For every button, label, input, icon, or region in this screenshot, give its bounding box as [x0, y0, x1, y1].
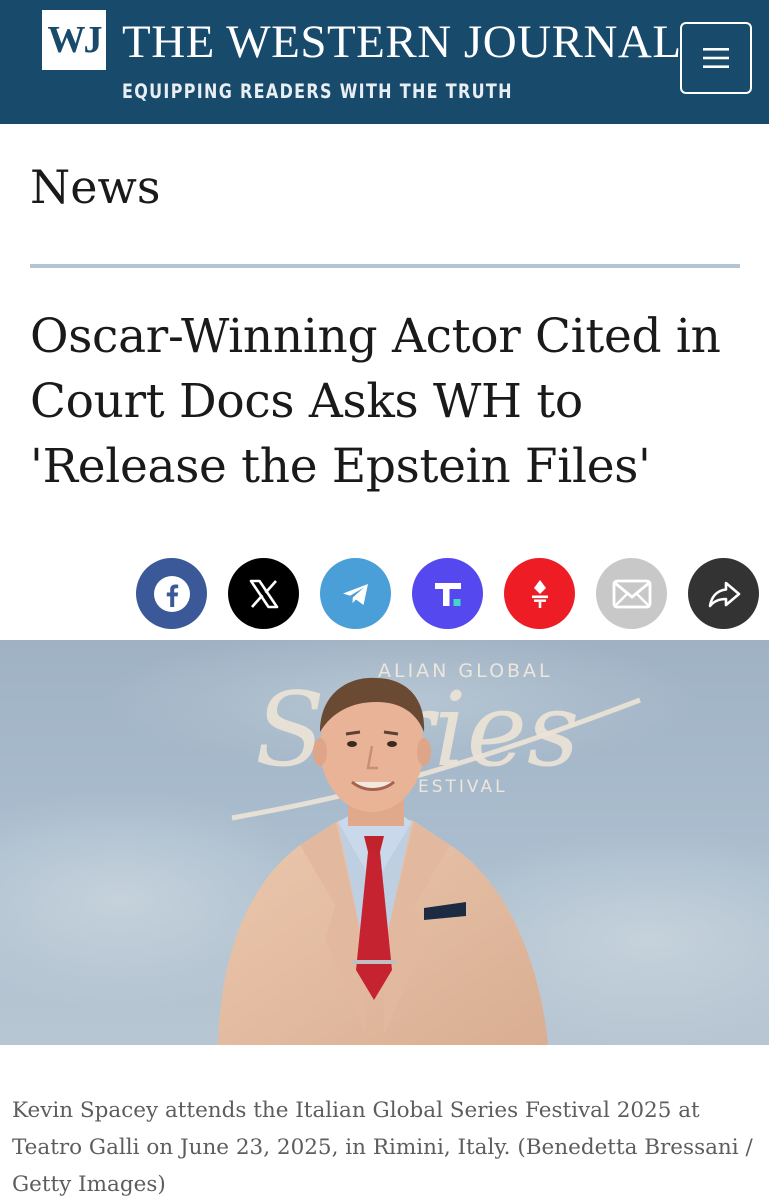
article-hero-image: ALIAN GLOBAL Series ESTIVAL [0, 640, 769, 1045]
site-tagline: EQUIPPING READERS WITH THE TRUTH [122, 80, 513, 103]
share-truth-social-button[interactable] [412, 558, 483, 629]
share-bar [136, 558, 766, 630]
image-caption: Kevin Spacey attends the Italian Global … [12, 1098, 753, 1197]
site-title[interactable]: THE WESTERN JOURNAL [122, 14, 682, 70]
share-facebook-button[interactable] [136, 558, 207, 629]
backdrop-text-bottom: ESTIVAL [418, 777, 508, 797]
telegram-icon [342, 583, 368, 605]
section-label[interactable]: News [30, 160, 160, 214]
share-more-button[interactable] [688, 558, 759, 629]
facebook-icon [153, 575, 190, 612]
site-logo[interactable]: WJ [42, 10, 106, 70]
x-icon [249, 579, 278, 608]
site-header: WJ THE WESTERN JOURNAL EQUIPPING READERS… [0, 0, 769, 124]
gettr-icon [531, 579, 548, 608]
email-icon [612, 579, 651, 608]
share-telegram-button[interactable] [320, 558, 391, 629]
share-icon [708, 581, 740, 607]
truth-social-icon [434, 582, 461, 606]
share-x-button[interactable] [228, 558, 299, 629]
article-headline: Oscar-Winning Actor Cited in Court Docs … [30, 309, 721, 494]
section-divider [30, 264, 740, 268]
share-gettr-button[interactable] [504, 558, 575, 629]
hamburger-menu-icon [703, 48, 729, 68]
menu-button[interactable] [680, 22, 752, 94]
share-email-button[interactable] [596, 558, 667, 629]
